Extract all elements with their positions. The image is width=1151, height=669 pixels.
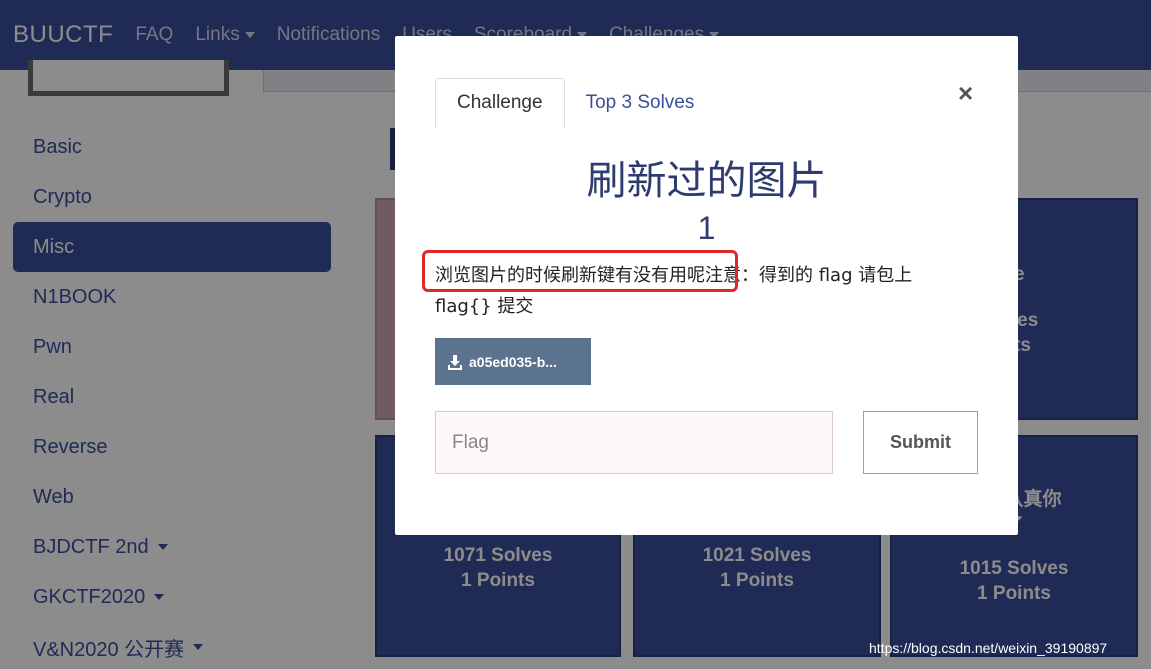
description-line: flag{} 提交	[435, 296, 534, 317]
highlight-annotation	[422, 250, 738, 292]
close-icon[interactable]: ×	[958, 78, 973, 109]
challenge-value: 1	[697, 210, 716, 246]
challenge-modal: Challenge Top 3 Solves × 刷新过的图片 1 浏览图片的时…	[395, 36, 1018, 535]
challenge-title: 刷新过的图片	[586, 158, 827, 204]
download-icon	[448, 354, 462, 370]
submit-button[interactable]: Submit	[863, 411, 978, 474]
modal-tabs: Challenge Top 3 Solves	[435, 78, 715, 128]
download-file-button[interactable]: a05ed035-b...	[435, 338, 591, 385]
tab-challenge[interactable]: Challenge	[435, 78, 565, 128]
watermark: https://blog.csdn.net/weixin_39190897	[869, 640, 1108, 656]
tab-top-solves[interactable]: Top 3 Solves	[565, 78, 716, 128]
flag-input[interactable]	[435, 411, 833, 474]
file-name: a05ed035-b...	[469, 353, 557, 370]
